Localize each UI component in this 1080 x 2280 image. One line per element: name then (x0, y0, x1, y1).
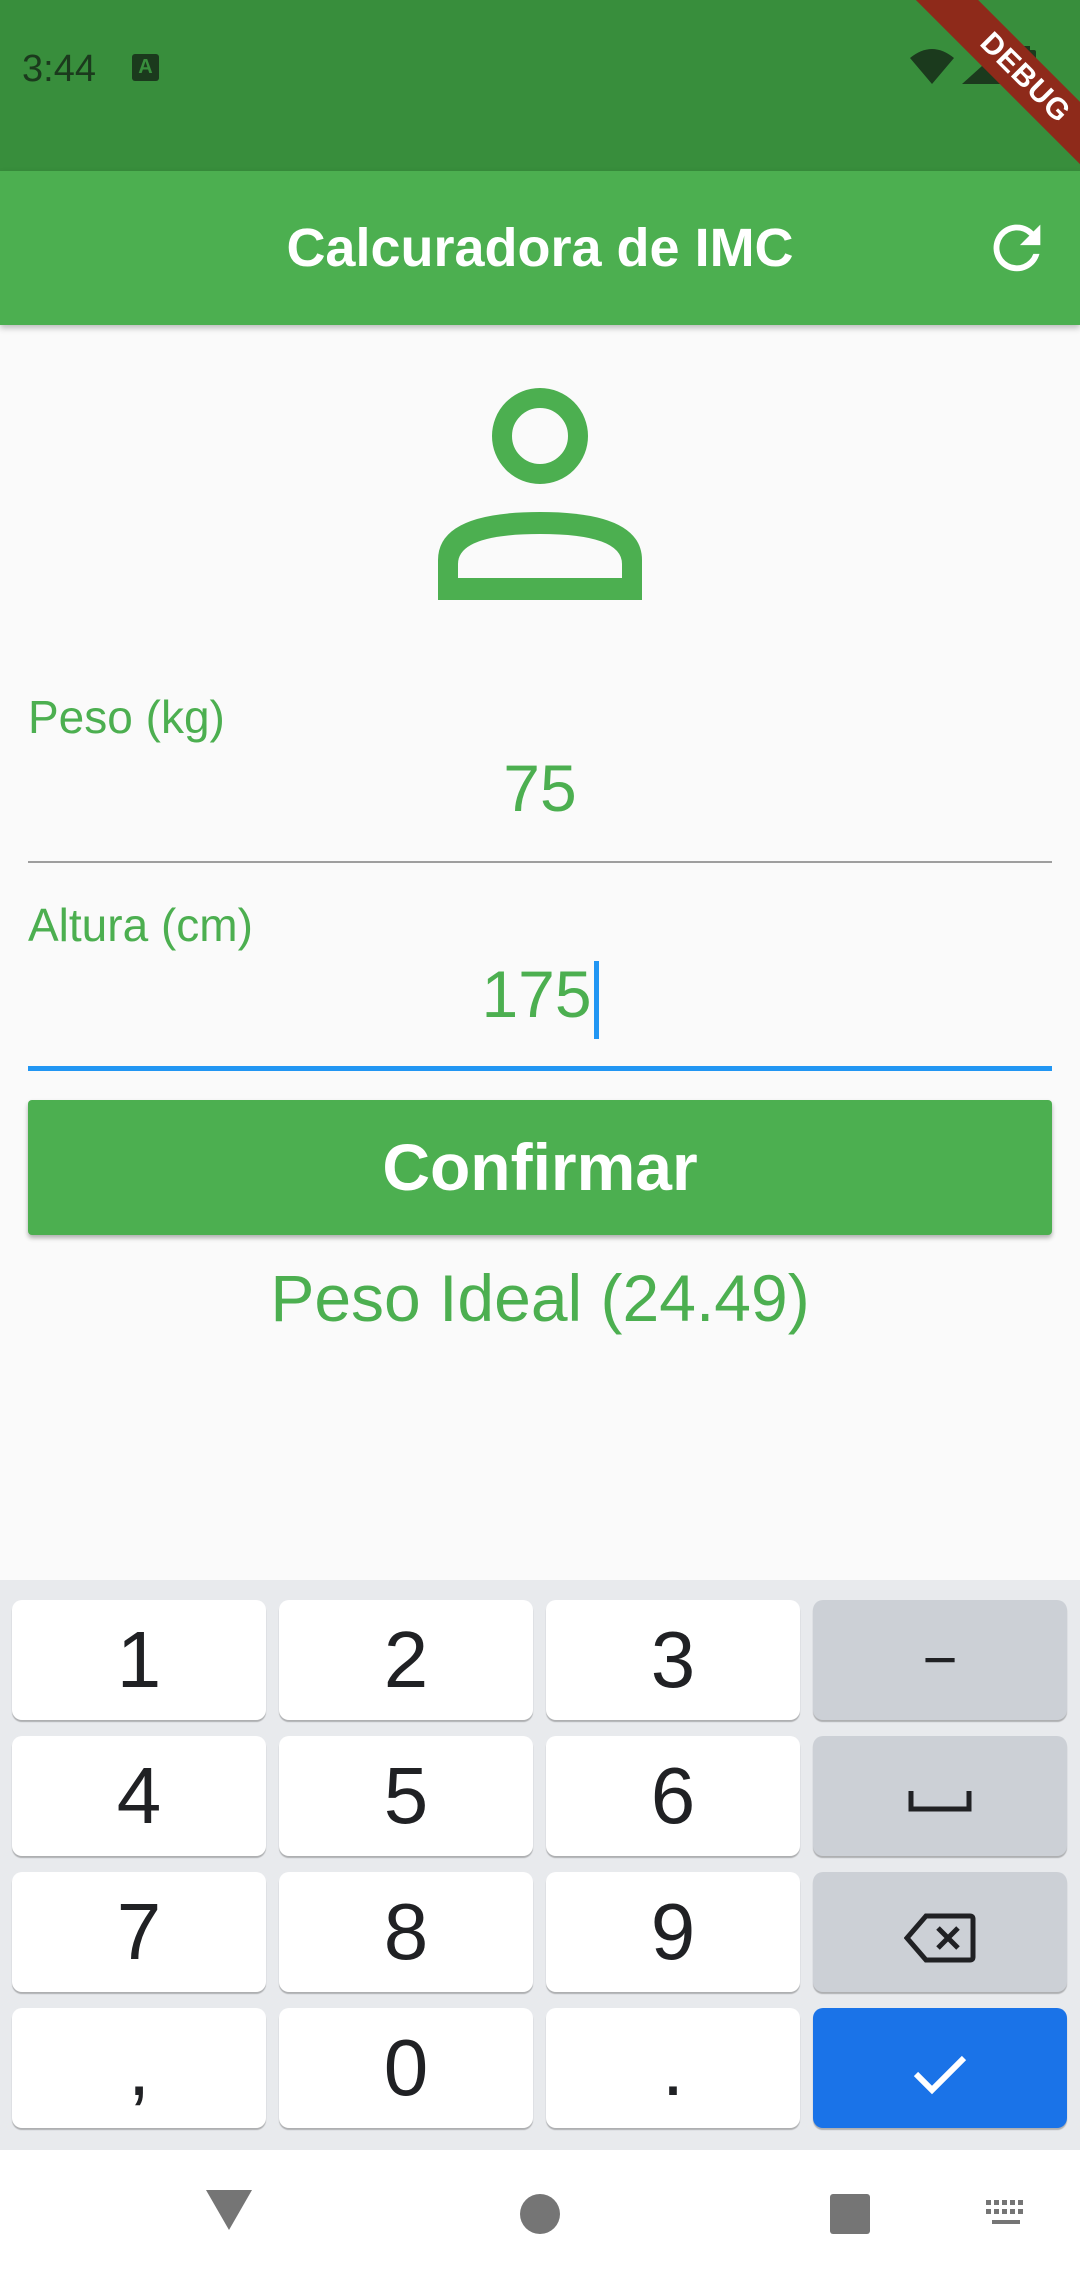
weight-underline (28, 861, 1052, 863)
height-label: Altura (cm) (28, 899, 253, 951)
key-period[interactable]: . (546, 2008, 800, 2128)
height-input[interactable]: 175 (28, 956, 1052, 1039)
app-bar: Calcuradora de IMC (0, 171, 1080, 325)
key-done[interactable] (813, 2008, 1067, 2128)
key-3[interactable]: 3 (546, 1600, 800, 1720)
key-backspace[interactable] (813, 1872, 1067, 1992)
space-icon (908, 1790, 972, 1812)
numeric-keyboard: 1 2 3 − 4 5 6 7 8 9 , 0 . (0, 1580, 1080, 2150)
weight-field[interactable]: Peso (kg) 75 (28, 690, 1052, 866)
home-icon[interactable] (518, 2192, 562, 2236)
confirm-button[interactable]: Confirmar (28, 1100, 1052, 1235)
back-icon[interactable] (204, 2188, 254, 2232)
app-title: Calcuradora de IMC (286, 218, 794, 278)
height-value: 175 (481, 957, 592, 1031)
recents-icon[interactable] (828, 2192, 872, 2236)
status-bar: 3:44 A DEBUG (0, 0, 1080, 211)
keyboard-switch-icon[interactable] (984, 2198, 1030, 2230)
navigation-bar (0, 2150, 1080, 2280)
key-1[interactable]: 1 (12, 1600, 266, 1720)
key-4[interactable]: 4 (12, 1736, 266, 1856)
key-9[interactable]: 9 (546, 1872, 800, 1992)
key-7[interactable]: 7 (12, 1872, 266, 1992)
weight-label: Peso (kg) (28, 691, 225, 743)
key-5[interactable]: 5 (279, 1736, 533, 1856)
person-icon (438, 388, 642, 600)
key-0[interactable]: 0 (279, 2008, 533, 2128)
key-space[interactable] (813, 1736, 1067, 1856)
height-field[interactable]: Altura (cm) 175 (28, 898, 1052, 1074)
key-minus[interactable]: − (813, 1600, 1067, 1720)
check-icon (913, 2055, 967, 2095)
key-6[interactable]: 6 (546, 1736, 800, 1856)
notification-icon: A (132, 54, 159, 81)
backspace-icon (903, 1913, 976, 1963)
weight-input[interactable]: 75 (28, 750, 1052, 826)
key-2[interactable]: 2 (279, 1600, 533, 1720)
status-time: 3:44 (22, 48, 96, 90)
key-comma[interactable]: , (12, 2008, 266, 2128)
height-underline (28, 1066, 1052, 1071)
wifi-icon (910, 49, 954, 84)
result-text: Peso Ideal (24.49) (270, 1261, 810, 1335)
refresh-icon[interactable] (982, 213, 1052, 283)
key-8[interactable]: 8 (279, 1872, 533, 1992)
text-cursor (593, 960, 599, 1039)
